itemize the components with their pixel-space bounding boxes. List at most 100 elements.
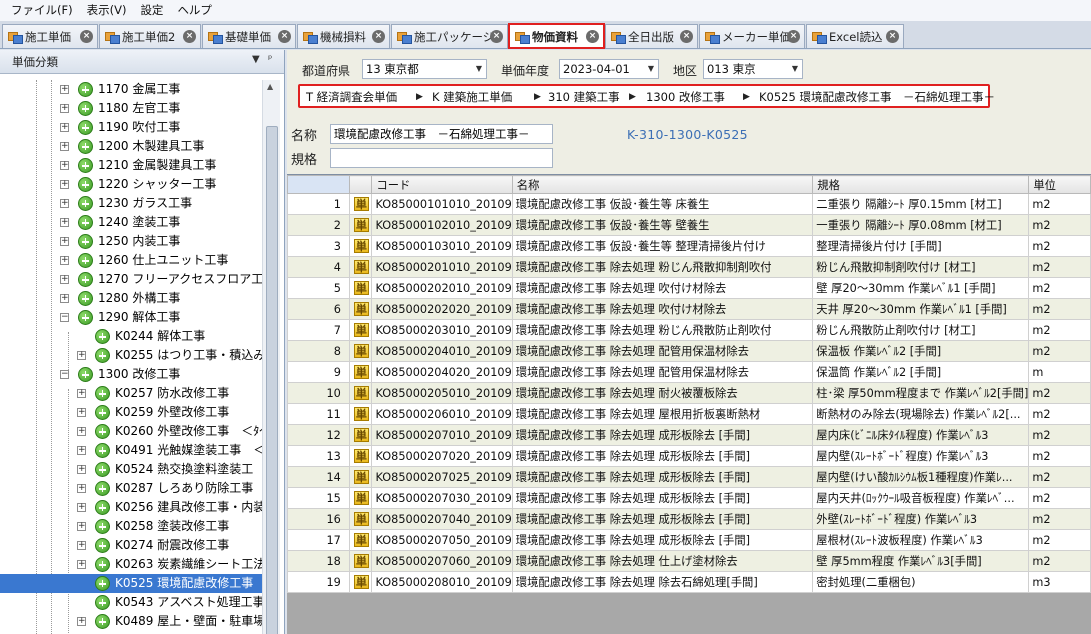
spec-column-header[interactable]: 規格 [812,175,1030,194]
unit-price-icon-cell[interactable]: 単 [348,256,373,278]
unit-cell[interactable]: m2 [1028,487,1091,509]
code-cell[interactable]: KO85000204020_20109 [371,361,513,383]
tree-node[interactable]: +1230 ガラス工事 [0,194,262,213]
table-row[interactable]: 3 単 KO85000103010_20109 環境配慮改修工事 仮設･養生等 整理清… [287,235,1091,257]
name-cell[interactable]: 環境配慮改修工事 除去処理 成形板除去 [手間] [511,445,814,467]
pin-icon[interactable]: ᵖ [268,54,272,65]
unit-price-icon-cell[interactable]: 単 [348,382,373,404]
expand-icon[interactable]: + [77,351,86,360]
tree-node[interactable]: +1220 シャッター工事 [0,175,262,194]
tab-zennichi-publishing[interactable]: 全日出版 × [605,24,698,48]
table-row[interactable]: 6 単 KO85000202020_20109 環境配慮改修工事 除去処理 吹付け材除… [287,298,1091,320]
tree-node[interactable]: +1270 フリーアクセスフロア工事 [0,270,262,289]
unit-cell[interactable]: m2 [1028,298,1091,320]
close-icon[interactable]: × [680,30,693,43]
expand-icon[interactable]: + [77,484,86,493]
code-cell[interactable]: KO85000206010_20109 [371,403,513,425]
table-row[interactable]: 18 単 KO85000207060_20109 環境配慮改修工事 除去処理 仕上げ塗… [287,550,1091,572]
prefecture-select[interactable]: 13 東京都 ▼ [362,59,487,79]
tree-node[interactable]: − 1300 改修工事 [0,365,262,384]
row-number-cell[interactable]: 6 [287,298,350,320]
row-number-cell[interactable]: 14 [287,466,350,488]
code-cell[interactable]: KO85000204010_20109 [371,340,513,362]
unit-cell[interactable]: m2 [1028,235,1091,257]
row-number-header[interactable] [287,175,350,194]
spec-cell[interactable]: 粉じん飛散抑制剤吹付け [材工] [812,256,1030,278]
breadcrumb-item[interactable]: 310 建築工事 [548,89,620,105]
expand-icon[interactable]: + [60,256,69,265]
unit-cell[interactable]: m2 [1028,508,1091,530]
tree-node[interactable]: + K0255 はつり工事・積込み [0,346,262,365]
name-cell[interactable]: 環境配慮改修工事 除去処理 成形板除去 [手間] [511,508,814,530]
row-number-cell[interactable]: 13 [287,445,350,467]
spec-cell[interactable]: 整理清掃後片付け [手間] [812,235,1030,257]
row-number-cell[interactable]: 10 [287,382,350,404]
unit-price-icon-cell[interactable]: 単 [348,508,373,530]
row-number-cell[interactable]: 18 [287,550,350,572]
tree-node[interactable]: + K0274 耐震改修工事 [0,536,262,555]
spec-cell[interactable]: 保温板 作業ﾚﾍﾞﾙ2 [手間] [812,340,1030,362]
unit-price-icon-cell[interactable]: 単 [348,193,373,215]
tab-construction-unit-price[interactable]: 施工単価 × [2,24,98,48]
name-column-header[interactable]: 名称 [511,175,814,194]
spec-cell[interactable]: 二重張り 隔離ｼｰﾄ 厚0.15mm [材工] [812,193,1030,215]
row-number-cell[interactable]: 7 [287,319,350,341]
tree-node[interactable]: +1200 木製建具工事 [0,137,262,156]
tree-node[interactable]: + K0256 建具改修工事・内装 [0,498,262,517]
tree-node[interactable]: + K0263 炭素繊維シート工法 [0,555,262,574]
code-cell[interactable]: KO85000207060_20109 [371,550,513,572]
breadcrumb-item[interactable]: T 経済調査会単価 [306,89,397,105]
spec-cell[interactable]: 壁 厚20～30mm 作業ﾚﾍﾞﾙ1 [手間] [812,277,1030,299]
table-row[interactable]: 17 単 KO85000207050_20109 環境配慮改修工事 除去処理 成形板除… [287,529,1091,551]
tree-node[interactable]: +1280 外構工事 [0,289,262,308]
code-cell[interactable]: KO85000207050_20109 [371,529,513,551]
code-cell[interactable]: KO85000207040_20109 [371,508,513,530]
close-icon[interactable]: × [183,30,196,43]
row-number-cell[interactable]: 4 [287,256,350,278]
code-cell[interactable]: KO85000205010_20109 [371,382,513,404]
table-row[interactable]: 5 単 KO85000202010_20109 環境配慮改修工事 除去処理 吹付け材除… [287,277,1091,299]
expand-icon[interactable]: + [60,161,69,170]
spec-cell[interactable]: 外壁(ｽﾚｰﾄﾎﾞｰﾄﾞ程度) 作業ﾚﾍﾞﾙ3 [812,508,1030,530]
row-number-cell[interactable]: 12 [287,424,350,446]
spec-cell[interactable]: 柱･梁 厚50mm程度まで 作業ﾚﾍﾞﾙ2[手間] [812,382,1030,404]
spec-cell[interactable]: 一重張り 隔離ｼｰﾄ 厚0.08mm [材工] [812,214,1030,236]
unit-price-icon-cell[interactable]: 単 [348,571,373,593]
tree-node[interactable]: + K0258 塗装改修工事 [0,517,262,536]
expand-icon[interactable]: + [60,104,69,113]
table-row[interactable]: 19 単 KO85000208010_20109 環境配慮改修工事 除去処理 除去石綿… [287,571,1091,593]
row-number-cell[interactable]: 2 [287,214,350,236]
menu-view[interactable]: 表示(V) [80,0,134,21]
unit-cell[interactable]: m2 [1028,319,1091,341]
unit-price-icon-cell[interactable]: 単 [348,340,373,362]
breadcrumb-item[interactable]: K 建築施工単価 [432,89,512,105]
table-row[interactable]: 14 単 KO85000207025_20109 環境配慮改修工事 除去処理 成形板除… [287,466,1091,488]
close-icon[interactable]: × [80,30,93,43]
tree-node[interactable]: + K0491 光触媒塗装工事 ＜ [0,441,262,460]
unit-price-icon-cell[interactable]: 単 [348,403,373,425]
expand-icon[interactable]: + [60,275,69,284]
tree-scrollbar[interactable]: ▲ [262,80,280,634]
name-cell[interactable]: 環境配慮改修工事 除去処理 配管用保温材除去 [511,340,814,362]
tab-excel-import[interactable]: Excel読込 × [806,24,904,48]
spec-cell[interactable]: 壁 厚5mm程度 作業ﾚﾍﾞﾙ3[手間] [812,550,1030,572]
unit-cell[interactable]: m3 [1028,571,1091,593]
code-cell[interactable]: KO85000201010_20109 [371,256,513,278]
unit-price-icon-cell[interactable]: 単 [348,466,373,488]
panel-menu-icon[interactable]: ▼ [252,54,260,65]
close-icon[interactable]: × [886,30,899,43]
row-number-cell[interactable]: 9 [287,361,350,383]
spec-cell[interactable]: 屋内床(ﾋﾞﾆﾙ床ﾀｲﾙ程度) 作業ﾚﾍﾞﾙ3 [812,424,1030,446]
icon-column-header[interactable] [348,175,373,194]
expand-icon[interactable]: + [60,237,69,246]
expand-icon[interactable]: + [60,180,69,189]
unit-cell[interactable]: m2 [1028,193,1091,215]
name-cell[interactable]: 環境配慮改修工事 仮設･養生等 整理清掃後片付け [511,235,814,257]
code-cell[interactable]: KO85000101010_20109 [371,193,513,215]
unit-cell[interactable]: m2 [1028,214,1091,236]
collapse-icon[interactable]: − [60,370,69,379]
unit-price-icon-cell[interactable]: 単 [348,235,373,257]
code-cell[interactable]: KO85000203010_20109 [371,319,513,341]
code-cell[interactable]: KO85000207010_20109 [371,424,513,446]
name-cell[interactable]: 環境配慮改修工事 除去処理 成形板除去 [手間] [511,424,814,446]
